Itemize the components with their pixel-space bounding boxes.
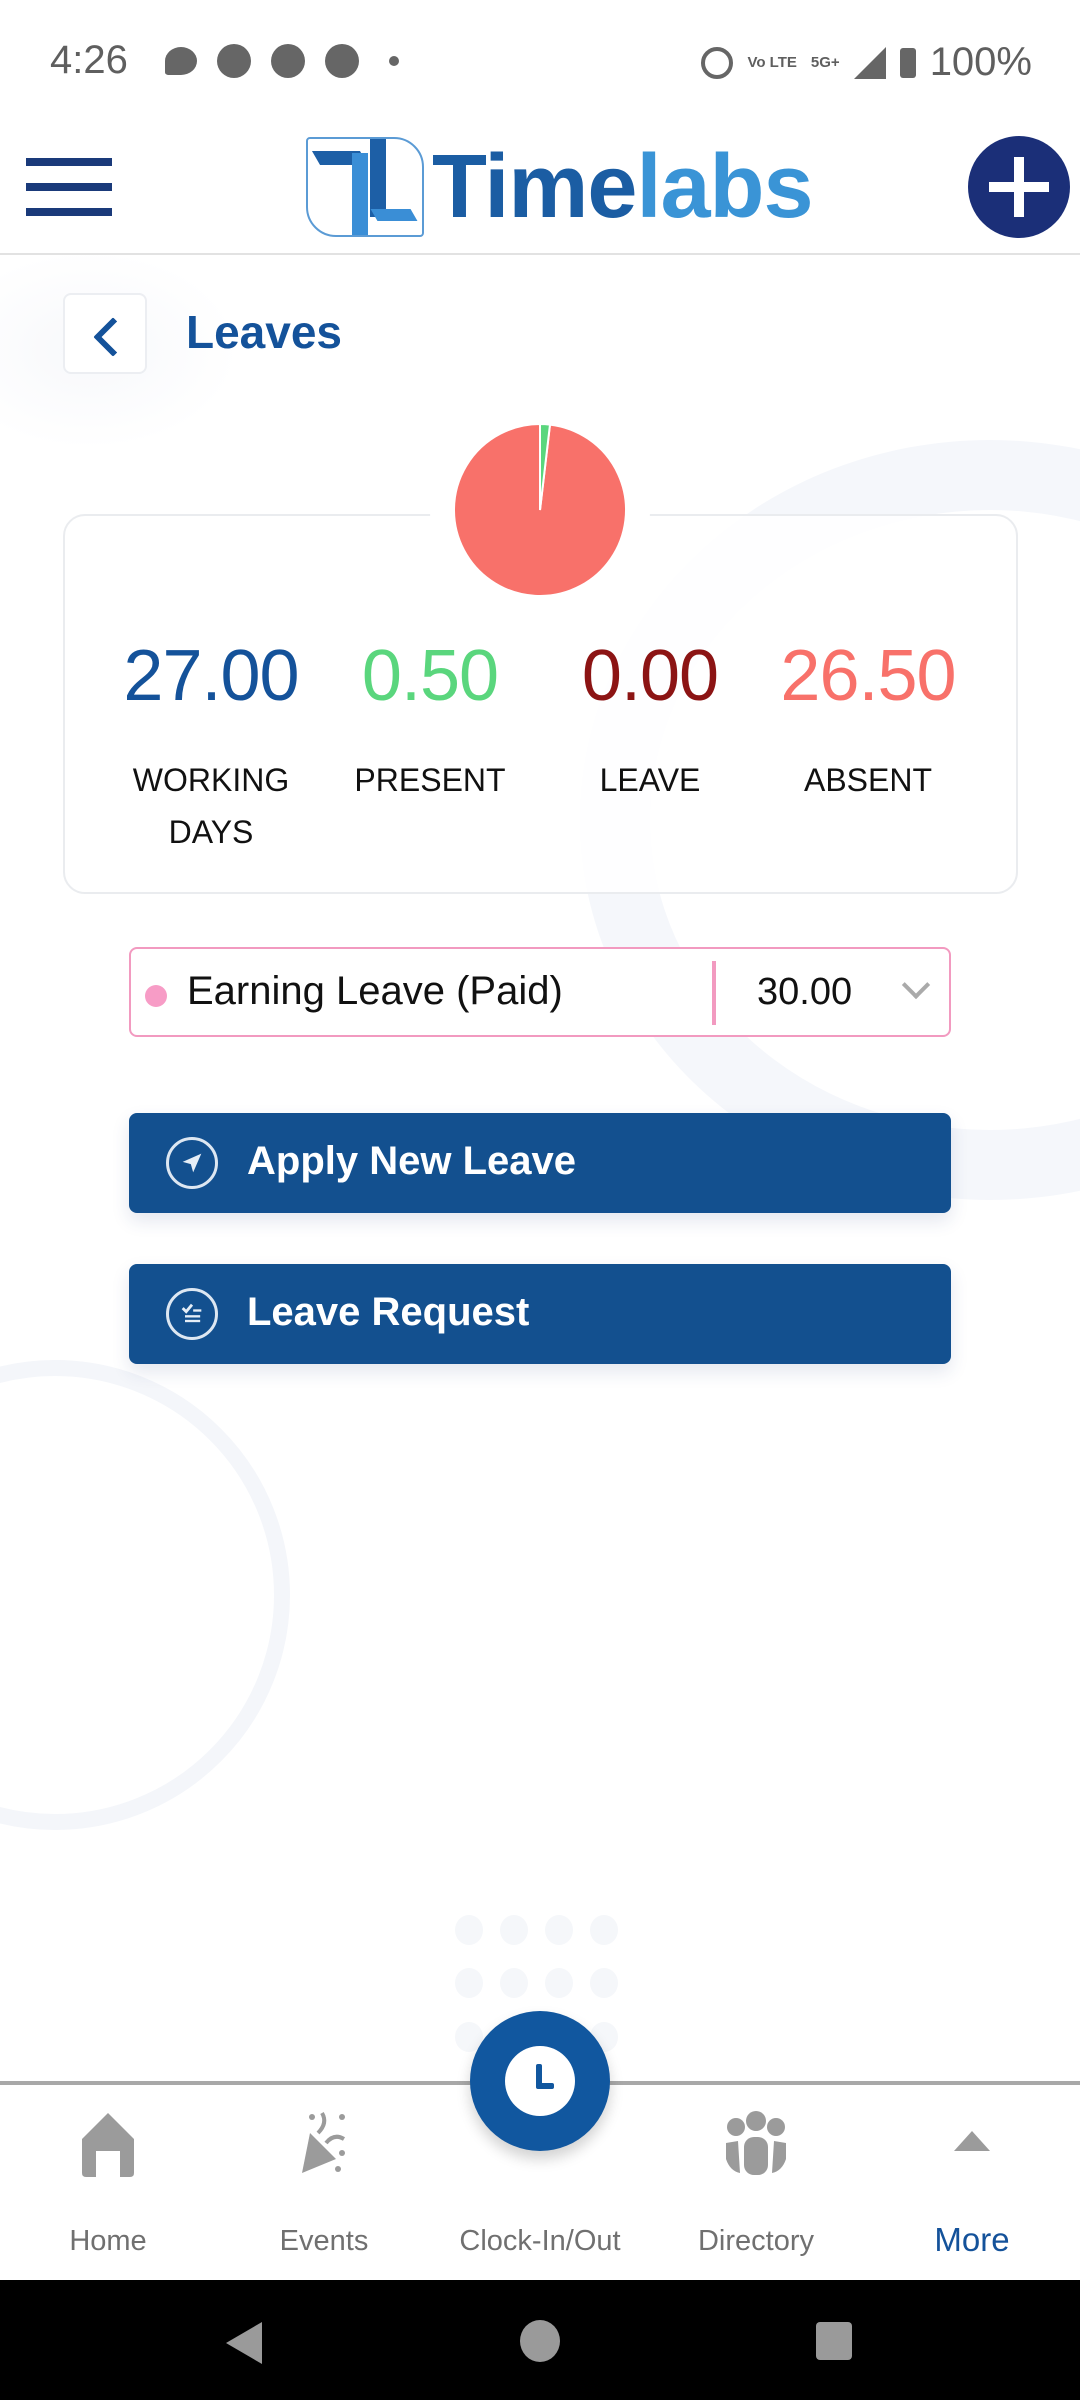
nav-directory[interactable]: Directory — [656, 2109, 856, 2279]
chevron-down-icon — [901, 970, 931, 1000]
nav-clock-label: Clock-In/Out — [459, 2225, 621, 2257]
app-header: Timelabs — [0, 125, 1080, 255]
stat-working-days: 27.00 WORKING DAYS — [101, 640, 321, 858]
nav-home[interactable]: Home — [8, 2109, 208, 2279]
system-home-icon[interactable] — [520, 2320, 560, 2362]
signal-icon — [853, 46, 886, 79]
notification-icons — [165, 44, 399, 78]
clock-in-out-button[interactable] — [470, 2011, 610, 2151]
menu-icon-bar — [26, 208, 112, 216]
dropdown-divider — [712, 961, 716, 1025]
stat-label: ABSENT — [803, 762, 933, 798]
nav-home-label: Home — [69, 2225, 147, 2257]
clock-icon — [505, 2046, 575, 2116]
menu-button[interactable] — [26, 158, 112, 216]
page-title: Leaves — [186, 306, 343, 358]
background-ring-left — [0, 1360, 290, 1830]
nav-events[interactable]: Events — [224, 2109, 424, 2279]
leave-type-label: Earning Leave (Paid) — [187, 969, 563, 1013]
stat-value: 27.00 — [123, 636, 299, 716]
system-icons: Vo LTE 5G+ 100% — [701, 40, 1032, 85]
nav-events-label: Events — [279, 2225, 369, 2257]
cat-app-icon — [217, 44, 251, 78]
stat-present: 0.50 PRESENT — [320, 640, 540, 806]
people-icon — [726, 2111, 786, 2175]
leave-balance: 30.00 — [757, 971, 853, 1013]
caret-up-icon — [954, 2131, 990, 2151]
nav-more[interactable]: More — [872, 2109, 1072, 2279]
menu-icon-bar — [26, 158, 112, 166]
nav-more-label: More — [934, 2221, 1010, 2258]
pie-svg — [453, 422, 627, 597]
apply-new-leave-button[interactable]: Apply New Leave — [129, 1113, 951, 1213]
logo-text: Timelabs — [432, 137, 814, 237]
system-navigation-bar — [0, 2280, 1080, 2400]
status-time: 4:26 — [50, 38, 128, 82]
battery-charging-icon — [899, 47, 916, 78]
stat-label: LEAVE — [599, 762, 701, 798]
add-button[interactable] — [968, 136, 1070, 238]
leave-request-button[interactable]: Leave Request — [129, 1264, 951, 1364]
stat-value: 26.50 — [780, 636, 956, 716]
system-recents-icon[interactable] — [816, 2322, 852, 2360]
stat-value: 0.50 — [361, 636, 499, 716]
leave-type-color-dot — [145, 985, 167, 1007]
stat-value: 0.00 — [581, 636, 719, 716]
menu-icon-bar — [26, 183, 112, 191]
attendance-pie-chart — [430, 400, 650, 620]
system-back-icon[interactable] — [226, 2322, 262, 2364]
logo-mark-icon — [306, 137, 424, 237]
checklist-icon — [166, 1288, 218, 1340]
stat-absent: 26.50 ABSENT — [758, 640, 978, 806]
nav-directory-label: Directory — [697, 2225, 814, 2257]
stat-label: WORKING DAYS — [132, 762, 290, 850]
stat-label: PRESENT — [354, 762, 506, 798]
timelabs-logo: Timelabs — [306, 135, 814, 239]
back-button[interactable] — [63, 293, 147, 374]
battery-percent: 100% — [929, 40, 1032, 84]
stat-leave: 0.00 LEAVE — [540, 640, 760, 806]
leave-request-label: Leave Request — [247, 1290, 530, 1334]
volte-icon: Vo LTE — [747, 54, 797, 71]
status-bar: 4:26 Vo LTE 5G+ 100% — [0, 0, 1080, 125]
send-icon — [166, 1137, 218, 1189]
paytm-icon — [271, 44, 305, 78]
alarm-icon — [701, 46, 734, 79]
5g-icon: 5G+ — [810, 54, 840, 71]
phone-app-icon — [325, 44, 359, 78]
leave-type-dropdown[interactable]: Earning Leave (Paid) 30.00 — [129, 947, 951, 1037]
more-dot-icon — [389, 56, 399, 66]
apply-new-leave-label: Apply New Leave — [247, 1139, 577, 1183]
home-icon — [82, 2113, 134, 2177]
party-popper-icon — [302, 2111, 346, 2173]
messages-icon — [165, 47, 197, 75]
